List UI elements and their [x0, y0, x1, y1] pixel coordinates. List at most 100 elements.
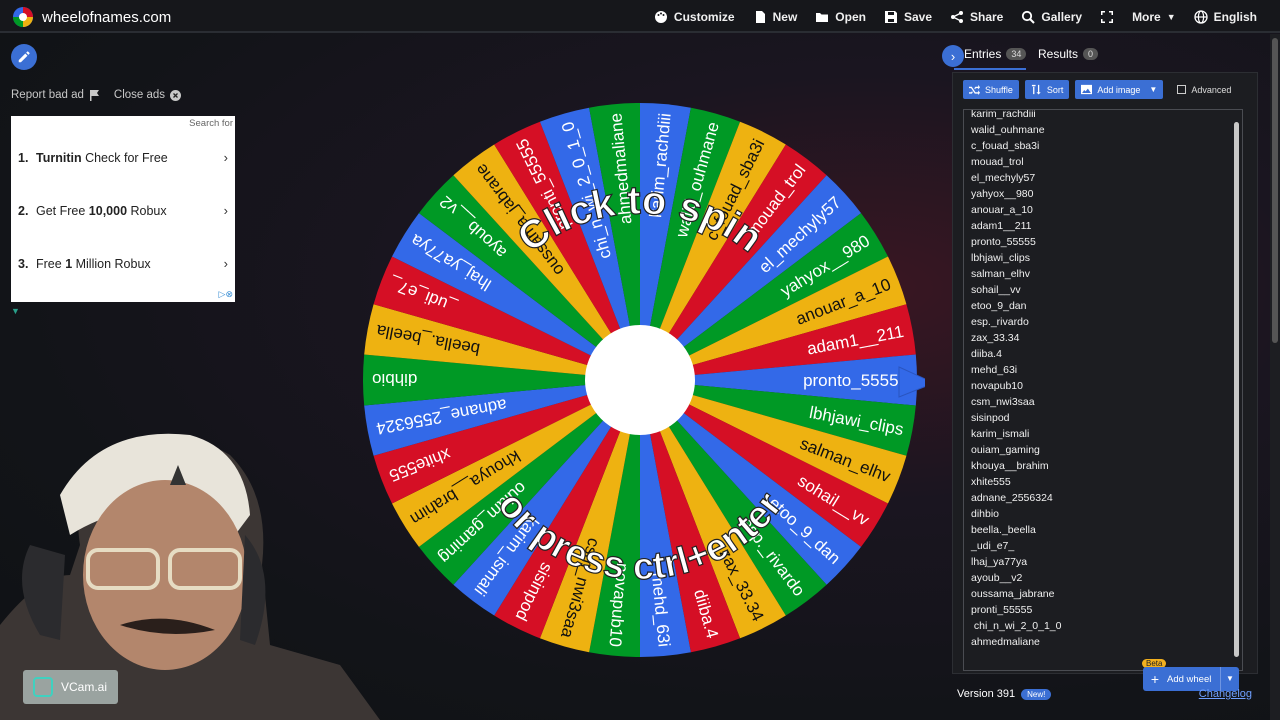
- entry-line: salman_elhv: [971, 268, 1030, 280]
- ad-item-rest: Robux: [127, 203, 167, 218]
- entry-line: yahyox__980: [971, 188, 1034, 200]
- close-ads-label: Close ads: [113, 89, 166, 101]
- entry-line: ayoub__v2: [971, 572, 1023, 584]
- nav-gallery-button[interactable]: Gallery: [1012, 0, 1091, 33]
- ad-box[interactable]: Search for 1. Turnitin Check for Free › …: [11, 116, 235, 302]
- entry-line: el_mechyly57: [971, 172, 1036, 184]
- entry-line: ahmedmaliane: [971, 636, 1040, 648]
- edit-button[interactable]: [11, 44, 37, 70]
- entry-line: adam1__211: [971, 220, 1032, 232]
- checkbox-box[interactable]: [1177, 85, 1187, 94]
- entry-line: lhaj_ya77ya: [971, 556, 1028, 568]
- globe-icon: [1194, 9, 1208, 24]
- nav-label: New: [772, 9, 798, 24]
- file-icon: [755, 10, 765, 23]
- entry-line: pronto_55555: [971, 236, 1036, 248]
- nav-label: Gallery: [1041, 9, 1083, 24]
- changelog-link[interactable]: Changelog: [1199, 688, 1252, 700]
- nav-label: Share: [970, 9, 1004, 24]
- entry-line: _udi_e7_: [971, 540, 1015, 552]
- ad-mark-icon: ▼: [11, 306, 20, 316]
- add-image-button[interactable]: Add image ▼: [1075, 80, 1164, 99]
- sort-label: Sort: [1046, 84, 1064, 95]
- ad-item-number: 1.: [18, 150, 29, 165]
- wheel-slice-label: dihbio: [372, 370, 417, 389]
- nav-label: Save: [903, 9, 932, 24]
- entry-line: csm_nwi3saa: [971, 396, 1035, 408]
- ad-item-number: 2.: [18, 203, 29, 218]
- ad-item-pre: Free: [36, 256, 66, 271]
- report-bad-ad-link[interactable]: Report bad ad: [11, 89, 100, 101]
- nav-open-button[interactable]: Open: [806, 0, 875, 33]
- ad-search-label: Search for: [189, 118, 233, 129]
- entry-line: oussama_jabrane: [971, 588, 1055, 600]
- ad-item-text: Get Free 10,000 Robux: [36, 204, 224, 218]
- results-count-badge: 0: [1083, 48, 1099, 60]
- adchoices-icon[interactable]: ▷⊗: [219, 289, 233, 300]
- chevron-down-icon: ▼: [1149, 85, 1158, 94]
- nav-more-button[interactable]: More ▼: [1123, 0, 1185, 33]
- entry-line: c_fouad_sba3i: [971, 140, 1040, 152]
- top-bar: wheelofnames.com Customize New Open Save Sha…: [0, 0, 1280, 33]
- entry-line: xhite555: [971, 476, 1011, 488]
- ad-item[interactable]: 2. Get Free 10,000 Robux ›: [18, 203, 228, 218]
- ad-item-text: Free 1 Million Robux: [36, 257, 224, 271]
- ad-item[interactable]: 3. Free 1 Million Robux ›: [18, 256, 228, 271]
- panel-footer: Version 391 New! Changelog: [952, 680, 1258, 708]
- advanced-checkbox[interactable]: Advanced: [1177, 85, 1231, 95]
- close-ads-link[interactable]: Close ads: [113, 89, 182, 101]
- ad-item-rest: Check for Free: [81, 150, 168, 165]
- brand[interactable]: wheelofnames.com: [12, 6, 171, 28]
- entry-line: khouya__brahim: [971, 460, 1049, 472]
- nav-fullscreen-button[interactable]: [1091, 0, 1123, 33]
- advanced-label: Advanced: [1191, 84, 1232, 95]
- entry-line: sisinpod: [971, 412, 1010, 424]
- entry-line: novapub10: [971, 380, 1023, 392]
- collapse-panel-button[interactable]: ›: [942, 45, 964, 67]
- shuffle-button[interactable]: Shuffle: [963, 80, 1019, 99]
- entries-textarea[interactable]: karim_rachdiii walid_ouhmane c_fouad_sba3i…: [963, 109, 1243, 671]
- new-badge: New!: [1021, 688, 1052, 700]
- ad-item-pre: Get Free: [36, 203, 89, 218]
- nav-label: English: [1213, 9, 1257, 24]
- vcam-watermark: VCam.ai: [23, 670, 118, 704]
- nav-english-button[interactable]: English: [1185, 0, 1266, 33]
- shuffle-label: Shuffle: [985, 84, 1013, 95]
- entry-line: anouar_a_10: [971, 204, 1033, 216]
- page-scrollbar[interactable]: [1270, 34, 1280, 720]
- tab-results[interactable]: Results 0: [1038, 47, 1099, 61]
- sort-icon: [1031, 84, 1041, 95]
- nav-label: Open: [835, 9, 866, 24]
- entry-line: mehd_63i: [971, 364, 1018, 376]
- wheel[interactable]: karim_rachdiiiwalid_ouhmanec_fouad_sba3i…: [355, 95, 925, 665]
- ad-item-bold: Turnitin: [36, 150, 82, 165]
- nav-label: Customize: [673, 9, 735, 24]
- report-label: Report bad ad: [11, 89, 84, 101]
- entries-panel: › Entries 34 Results 0 Shuffle Sort Add …: [942, 42, 1262, 710]
- search-icon: [1022, 10, 1036, 24]
- ad-item-bold: 10,000: [88, 203, 128, 218]
- wheel-slice-label: pronto_55555: [803, 371, 908, 390]
- entries-scrollbar[interactable]: [1233, 112, 1240, 668]
- wheel-center[interactable]: [585, 325, 695, 435]
- close-circle-icon: [170, 89, 182, 101]
- main-nav: Customize New Open Save Share Gallery More ▼ Eng…: [645, 0, 1266, 33]
- nav-save-button[interactable]: Save: [875, 0, 941, 33]
- vcam-label: VCam.ai: [61, 680, 108, 694]
- pencil-icon: [18, 51, 30, 63]
- ad-item-number: 3.: [18, 256, 29, 271]
- entry-line: karim_ismali: [971, 428, 1030, 440]
- ad-item[interactable]: 1. Turnitin Check for Free ›: [18, 150, 228, 165]
- nav-customize-button[interactable]: Customize: [645, 0, 744, 33]
- active-tab-indicator: [954, 68, 1026, 70]
- image-icon: [1081, 84, 1093, 95]
- chevron-right-icon: ›: [223, 203, 228, 218]
- nav-new-button[interactable]: New: [744, 0, 807, 33]
- sort-button[interactable]: Sort: [1024, 80, 1070, 99]
- palette-icon: [654, 10, 667, 23]
- tab-entries[interactable]: Entries 34: [964, 47, 1027, 61]
- entry-line: walid_ouhmane: [971, 124, 1045, 136]
- entry-line: esp._rivardo: [971, 316, 1029, 328]
- add-image-label: Add image: [1097, 84, 1141, 95]
- nav-share-button[interactable]: Share: [941, 0, 1012, 33]
